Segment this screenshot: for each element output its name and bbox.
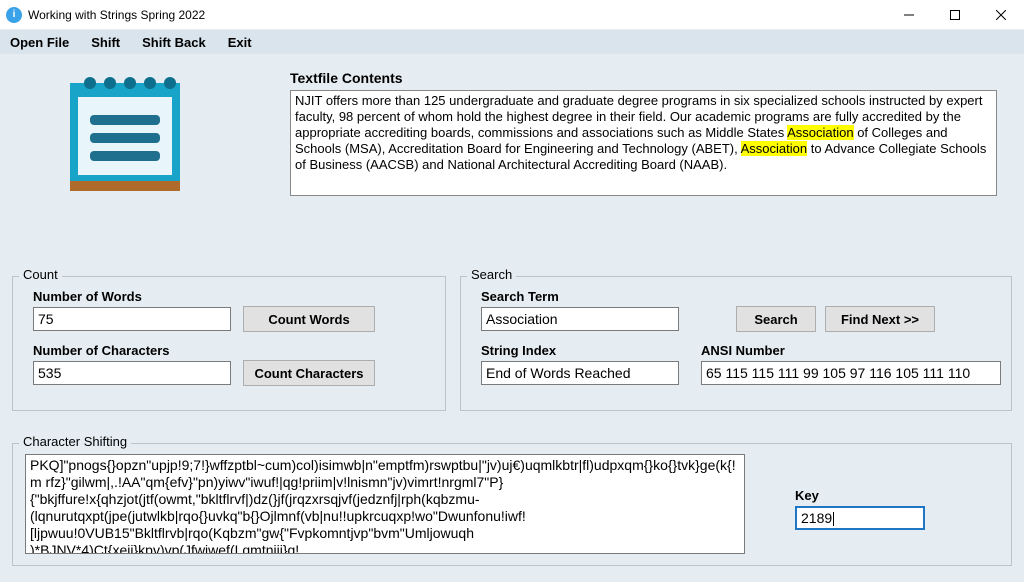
close-button[interactable] [978,0,1024,30]
ansi-field[interactable] [701,361,1001,385]
menu-bar: Open File Shift Shift Back Exit [0,30,1024,54]
textfile-highlight-2: Association [741,141,807,156]
count-group: Count Number of Words Count Words Number… [12,276,446,411]
notepad-icon [60,67,190,197]
key-label: Key [795,488,819,503]
search-term-field[interactable] [481,307,679,331]
key-value: 2189 [801,510,832,526]
key-field[interactable]: 2189 [795,506,925,530]
maximize-button[interactable] [932,0,978,30]
shift-group: Character Shifting PKQ]"pnogs{}opzn"upjp… [12,443,1012,566]
textfile-contents[interactable]: NJIT offers more than 125 undergraduate … [290,90,997,196]
count-chars-button[interactable]: Count Characters [243,360,375,386]
shift-legend: Character Shifting [19,434,131,449]
find-next-button[interactable]: Find Next >> [825,306,935,332]
string-index-label: String Index [481,343,556,358]
app-icon: i [6,7,22,23]
words-label: Number of Words [33,289,142,304]
search-legend: Search [467,267,516,282]
search-term-label: Search Term [481,289,559,304]
menu-shift-back[interactable]: Shift Back [142,35,206,50]
textfile-highlight-1: Association [787,125,853,140]
chars-field[interactable] [33,361,231,385]
minimize-button[interactable] [886,0,932,30]
title-bar: i Working with Strings Spring 2022 [0,0,1024,30]
words-field[interactable] [33,307,231,331]
count-legend: Count [19,267,62,282]
search-button[interactable]: Search [736,306,816,332]
textfile-label: Textfile Contents [290,70,403,86]
menu-exit[interactable]: Exit [228,35,252,50]
window-controls [886,0,1024,30]
count-words-button[interactable]: Count Words [243,306,375,332]
client-area: Textfile Contents NJIT offers more than … [0,54,1024,582]
search-group: Search Search Term Search Find Next >> S… [460,276,1012,411]
chars-label: Number of Characters [33,343,170,358]
window-title: Working with Strings Spring 2022 [28,8,205,22]
ansi-label: ANSI Number [701,343,785,358]
menu-open-file[interactable]: Open File [10,35,69,50]
menu-shift[interactable]: Shift [91,35,120,50]
text-caret [833,512,834,526]
string-index-field[interactable] [481,361,679,385]
cipher-text-field[interactable]: PKQ]"pnogs{}opzn"upjp!9;7!}wffzptbl~cum)… [25,454,745,554]
